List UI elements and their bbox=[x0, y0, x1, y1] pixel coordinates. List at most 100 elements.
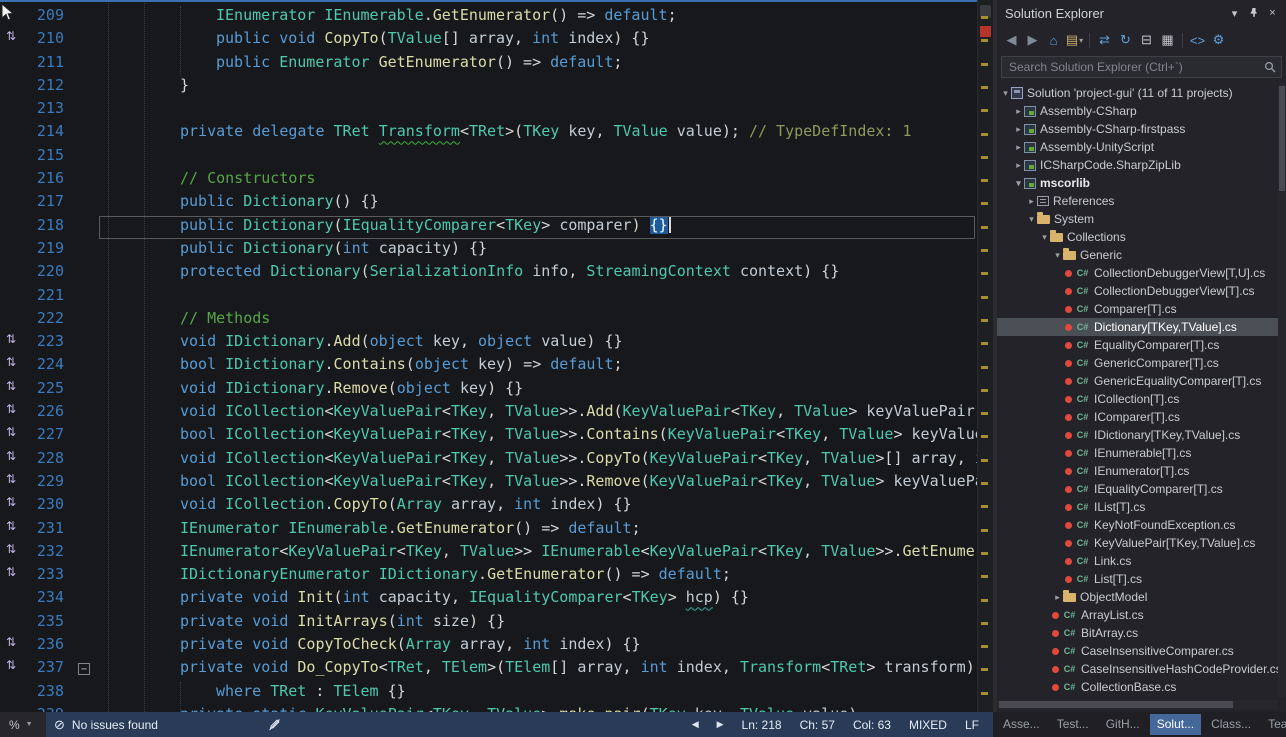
collapse-region-button[interactable]: − bbox=[78, 663, 90, 675]
code-text[interactable]: public Dictionary() {} bbox=[100, 192, 977, 215]
search-input[interactable] bbox=[1007, 59, 1264, 75]
code-text[interactable]: bool ICollection<KeyValuePair<TKey, TVal… bbox=[100, 472, 977, 495]
tree-item[interactable]: C#CollectionDebuggerView[T,U].cs bbox=[997, 264, 1278, 282]
forward-button[interactable]: ▶ bbox=[1023, 30, 1042, 50]
code-rows[interactable]: 209IEnumerator IEnumerable.GetEnumerator… bbox=[0, 0, 977, 712]
code-text[interactable]: } bbox=[100, 76, 977, 99]
code-line[interactable]: ⇅223void IDictionary.Add(object key, obj… bbox=[0, 332, 977, 355]
expander-icon[interactable]: ▾ bbox=[1039, 232, 1050, 243]
tree-item[interactable]: C#KeyValuePair[TKey,TValue].cs bbox=[997, 534, 1278, 552]
tree-item[interactable]: C#Dictionary[TKey,TValue].cs bbox=[997, 318, 1278, 336]
window-menu-button[interactable]: ▾ bbox=[1225, 4, 1244, 22]
implements-icon[interactable]: ⇅ bbox=[6, 29, 16, 43]
status-item[interactable]: Ln: 218 bbox=[742, 718, 782, 732]
code-line[interactable]: ⇅210public void CopyTo(TValue[] array, i… bbox=[0, 29, 977, 52]
code-line[interactable]: ⇅233IDictionaryEnumerator IDictionary.Ge… bbox=[0, 565, 977, 588]
code-text[interactable]: bool IDictionary.Contains(object key) =>… bbox=[100, 355, 977, 378]
tree-item[interactable]: C#IDictionary[TKey,TValue].cs bbox=[997, 426, 1278, 444]
tree-item[interactable]: C#IEnumerable[T].cs bbox=[997, 444, 1278, 462]
tree-item[interactable]: ▾System bbox=[997, 210, 1278, 228]
expander-icon[interactable]: ▸ bbox=[1052, 592, 1063, 603]
previous-button[interactable]: ◀ bbox=[692, 719, 699, 730]
implements-icon[interactable]: ⇅ bbox=[6, 542, 16, 556]
line-number[interactable]: 219 bbox=[22, 239, 70, 262]
properties-button[interactable]: ⚙ bbox=[1209, 30, 1228, 50]
refresh-button[interactable]: ↻ bbox=[1116, 30, 1135, 50]
code-line[interactable]: 220protected Dictionary(SerializationInf… bbox=[0, 262, 977, 285]
tree-item[interactable]: ▾mscorlib bbox=[997, 174, 1278, 192]
tree-item[interactable]: C#Link.cs bbox=[997, 552, 1278, 570]
code-line[interactable]: ⇅226void ICollection<KeyValuePair<TKey, … bbox=[0, 402, 977, 425]
tree-item[interactable]: C#List[T].cs bbox=[997, 570, 1278, 588]
tree-item[interactable]: C#CaseInsensitiveHashCodeProvider.cs bbox=[997, 660, 1278, 678]
code-line[interactable]: ⇅225void IDictionary.Remove(object key) … bbox=[0, 379, 977, 402]
tree-item[interactable]: ▸ICSharpCode.SharpZipLib bbox=[997, 156, 1278, 174]
tree-item[interactable]: ▾Collections bbox=[997, 228, 1278, 246]
line-number[interactable]: 226 bbox=[22, 402, 70, 425]
back-button[interactable]: ◀ bbox=[1002, 30, 1021, 50]
code-line[interactable]: 239private static KeyValuePair<TKey, TVa… bbox=[0, 705, 977, 712]
code-text[interactable]: private void Init(int capacity, IEqualit… bbox=[100, 588, 977, 611]
switch-views-button[interactable]: ▤▾ bbox=[1065, 30, 1084, 50]
line-number[interactable]: 231 bbox=[22, 519, 70, 542]
tree-item[interactable]: C#CollectionBase.cs bbox=[997, 678, 1278, 696]
code-line[interactable]: ⇅224bool IDictionary.Contains(object key… bbox=[0, 355, 977, 378]
code-line[interactable]: 222// Methods bbox=[0, 309, 977, 332]
code-line[interactable]: ⇅236private void CopyToCheck(Array array… bbox=[0, 635, 977, 658]
code-line[interactable]: 221 bbox=[0, 286, 977, 309]
code-line[interactable]: ⇅229bool ICollection<KeyValuePair<TKey, … bbox=[0, 472, 977, 495]
line-number[interactable]: 237 bbox=[22, 658, 70, 681]
code-line[interactable]: ⇅237−private void Do_CopyTo<TRet, TElem>… bbox=[0, 658, 977, 681]
implements-icon[interactable]: ⇅ bbox=[6, 495, 16, 509]
expander-icon[interactable]: ▸ bbox=[1013, 142, 1024, 153]
implements-icon[interactable]: ⇅ bbox=[6, 379, 16, 393]
status-item[interactable]: LF bbox=[965, 718, 979, 732]
code-text[interactable]: void IDictionary.Remove(object key) {} bbox=[100, 379, 977, 402]
code-text[interactable]: IEnumerator IEnumerable.GetEnumerator() … bbox=[100, 6, 977, 29]
tree-item[interactable]: C#EqualityComparer[T].cs bbox=[997, 336, 1278, 354]
expander-icon[interactable]: ▸ bbox=[1013, 124, 1024, 135]
line-number[interactable]: 230 bbox=[22, 495, 70, 518]
implements-icon[interactable]: ⇅ bbox=[6, 332, 16, 346]
scrollbar-thumb[interactable] bbox=[999, 701, 1233, 708]
tree-item[interactable]: C#IEnumerator[T].cs bbox=[997, 462, 1278, 480]
code-text[interactable]: private void CopyToCheck(Array array, in… bbox=[100, 635, 977, 658]
implements-icon[interactable]: ⇅ bbox=[6, 519, 16, 533]
code-line[interactable]: 216// Constructors bbox=[0, 169, 977, 192]
line-number[interactable]: 215 bbox=[22, 146, 70, 169]
tree-item[interactable]: C#IEqualityComparer[T].cs bbox=[997, 480, 1278, 498]
home-button[interactable]: ⌂ bbox=[1044, 30, 1063, 50]
code-line[interactable]: 235private void InitArrays(int size) {} bbox=[0, 612, 977, 635]
tree-item[interactable]: C#IList[T].cs bbox=[997, 498, 1278, 516]
code-line[interactable]: 212} bbox=[0, 76, 977, 99]
tree-item[interactable]: C#GenericComparer[T].cs bbox=[997, 354, 1278, 372]
tree-item[interactable]: ▸References bbox=[997, 192, 1278, 210]
code-text[interactable]: public Dictionary(int capacity) {} bbox=[100, 239, 977, 262]
expander-icon[interactable]: ▸ bbox=[1013, 106, 1024, 117]
tree-item[interactable]: C#KeyNotFoundException.cs bbox=[997, 516, 1278, 534]
implements-icon[interactable]: ⇅ bbox=[6, 472, 16, 486]
code-text[interactable]: public void CopyTo(TValue[] array, int i… bbox=[100, 29, 977, 52]
line-number[interactable]: 228 bbox=[22, 449, 70, 472]
panel-tab[interactable]: Tea... bbox=[1261, 714, 1286, 735]
tree-item[interactable]: ▸ObjectModel bbox=[997, 588, 1278, 606]
implements-icon[interactable]: ⇅ bbox=[6, 565, 16, 579]
code-line[interactable]: 217public Dictionary() {} bbox=[0, 192, 977, 215]
code-text[interactable]: bool ICollection<KeyValuePair<TKey, TVal… bbox=[100, 425, 977, 448]
code-text[interactable]: private void InitArrays(int size) {} bbox=[100, 612, 977, 635]
code-text[interactable]: // Constructors bbox=[100, 169, 977, 192]
implements-icon[interactable]: ⇅ bbox=[6, 449, 16, 463]
code-text[interactable]: protected Dictionary(SerializationInfo i… bbox=[100, 262, 977, 285]
code-line[interactable]: 238where TRet : TElem {} bbox=[0, 682, 977, 705]
line-number[interactable]: 238 bbox=[22, 682, 70, 705]
tree-item[interactable]: C#IComparer[T].cs bbox=[997, 408, 1278, 426]
tree-item[interactable]: ▾Generic bbox=[997, 246, 1278, 264]
line-number[interactable]: 234 bbox=[22, 588, 70, 611]
code-text[interactable] bbox=[100, 146, 977, 169]
tree-item[interactable]: C#CollectionDebuggerView[T].cs bbox=[997, 282, 1278, 300]
tree-item[interactable]: C#GenericEqualityComparer[T].cs bbox=[997, 372, 1278, 390]
panel-tab[interactable]: GitH... bbox=[1099, 714, 1147, 735]
tree-item[interactable]: ▸Assembly-UnityScript bbox=[997, 138, 1278, 156]
zoom-control[interactable]: % ▼ bbox=[0, 712, 46, 737]
line-number[interactable]: 227 bbox=[22, 425, 70, 448]
